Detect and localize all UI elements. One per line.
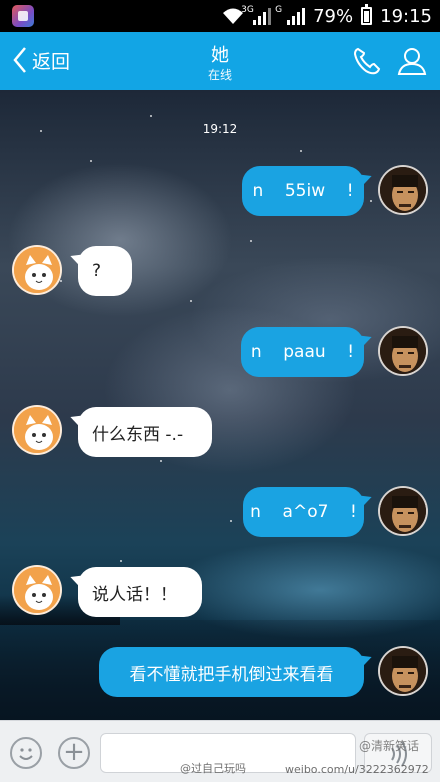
contact-profile-button[interactable] bbox=[397, 46, 427, 80]
message-text: n a^o7 ! bbox=[250, 502, 357, 522]
contact-avatar[interactable] bbox=[12, 245, 62, 295]
received-message-bubble[interactable]: ? bbox=[78, 246, 132, 296]
sent-message-bubble[interactable]: 看不懂就把手机倒过来看看 bbox=[99, 647, 364, 697]
chat-header: 返回 她 在线 bbox=[0, 32, 440, 90]
message-input-bar: + @清新笑话 @过自己玩吗 weibo.com/u/3222362972 bbox=[0, 720, 440, 782]
my-avatar[interactable] bbox=[378, 486, 428, 536]
message-text: n 55iw ! bbox=[252, 181, 354, 201]
watermark-left: @过自己玩吗 bbox=[180, 762, 246, 775]
sent-message-bubble[interactable]: n paau ! bbox=[241, 327, 364, 377]
my-avatar[interactable] bbox=[378, 326, 428, 376]
status-bar: 3G G 79% 19:15 bbox=[0, 0, 440, 32]
app-notification-icon bbox=[12, 5, 34, 27]
sent-message-bubble[interactable]: n a^o7 ! bbox=[243, 487, 364, 537]
plus-icon: + bbox=[63, 737, 85, 767]
battery-icon bbox=[361, 4, 373, 25]
message-text: 什么东西 -.- bbox=[92, 424, 184, 445]
contact-avatar[interactable] bbox=[12, 405, 62, 455]
message-text: ? bbox=[92, 261, 102, 281]
battery-percent: 79% bbox=[313, 5, 354, 27]
signal-g-icon: G bbox=[275, 5, 306, 25]
contact-avatar[interactable] bbox=[12, 565, 62, 615]
status-icons: 3G G 79% 19:15 bbox=[221, 0, 432, 32]
watermark-handle: @清新笑话 bbox=[359, 739, 420, 753]
sent-message-bubble[interactable]: n 55iw ! bbox=[242, 166, 364, 216]
clock: 19:15 bbox=[380, 5, 432, 27]
smiley-icon bbox=[19, 748, 33, 760]
received-message-bubble[interactable]: 什么东西 -.- bbox=[78, 407, 212, 457]
message-text: n paau ! bbox=[250, 342, 355, 362]
emoji-button[interactable] bbox=[10, 737, 42, 769]
add-attachment-button[interactable]: + bbox=[58, 737, 90, 769]
message-timestamp: 19:12 bbox=[202, 122, 238, 136]
network-3g-label: 3G bbox=[241, 5, 254, 15]
watermark-url: weibo.com/u/3222362972 bbox=[285, 763, 429, 776]
received-message-bubble[interactable]: 说人话！！ bbox=[78, 567, 202, 617]
message-text: 说人话！！ bbox=[92, 584, 177, 605]
my-avatar[interactable] bbox=[378, 646, 428, 696]
my-avatar[interactable] bbox=[378, 165, 428, 215]
phone-icon bbox=[353, 47, 381, 75]
signal-3g-icon: 3G bbox=[241, 5, 272, 25]
message-text: 看不懂就把手机倒过来看看 bbox=[129, 664, 334, 685]
person-icon bbox=[397, 48, 427, 75]
chat-area[interactable]: 19:12 n 55iw ! ? n paau ! 什么东西 -.- n a^o… bbox=[0, 90, 440, 720]
network-g-label: G bbox=[275, 5, 283, 15]
call-button[interactable] bbox=[352, 46, 382, 80]
